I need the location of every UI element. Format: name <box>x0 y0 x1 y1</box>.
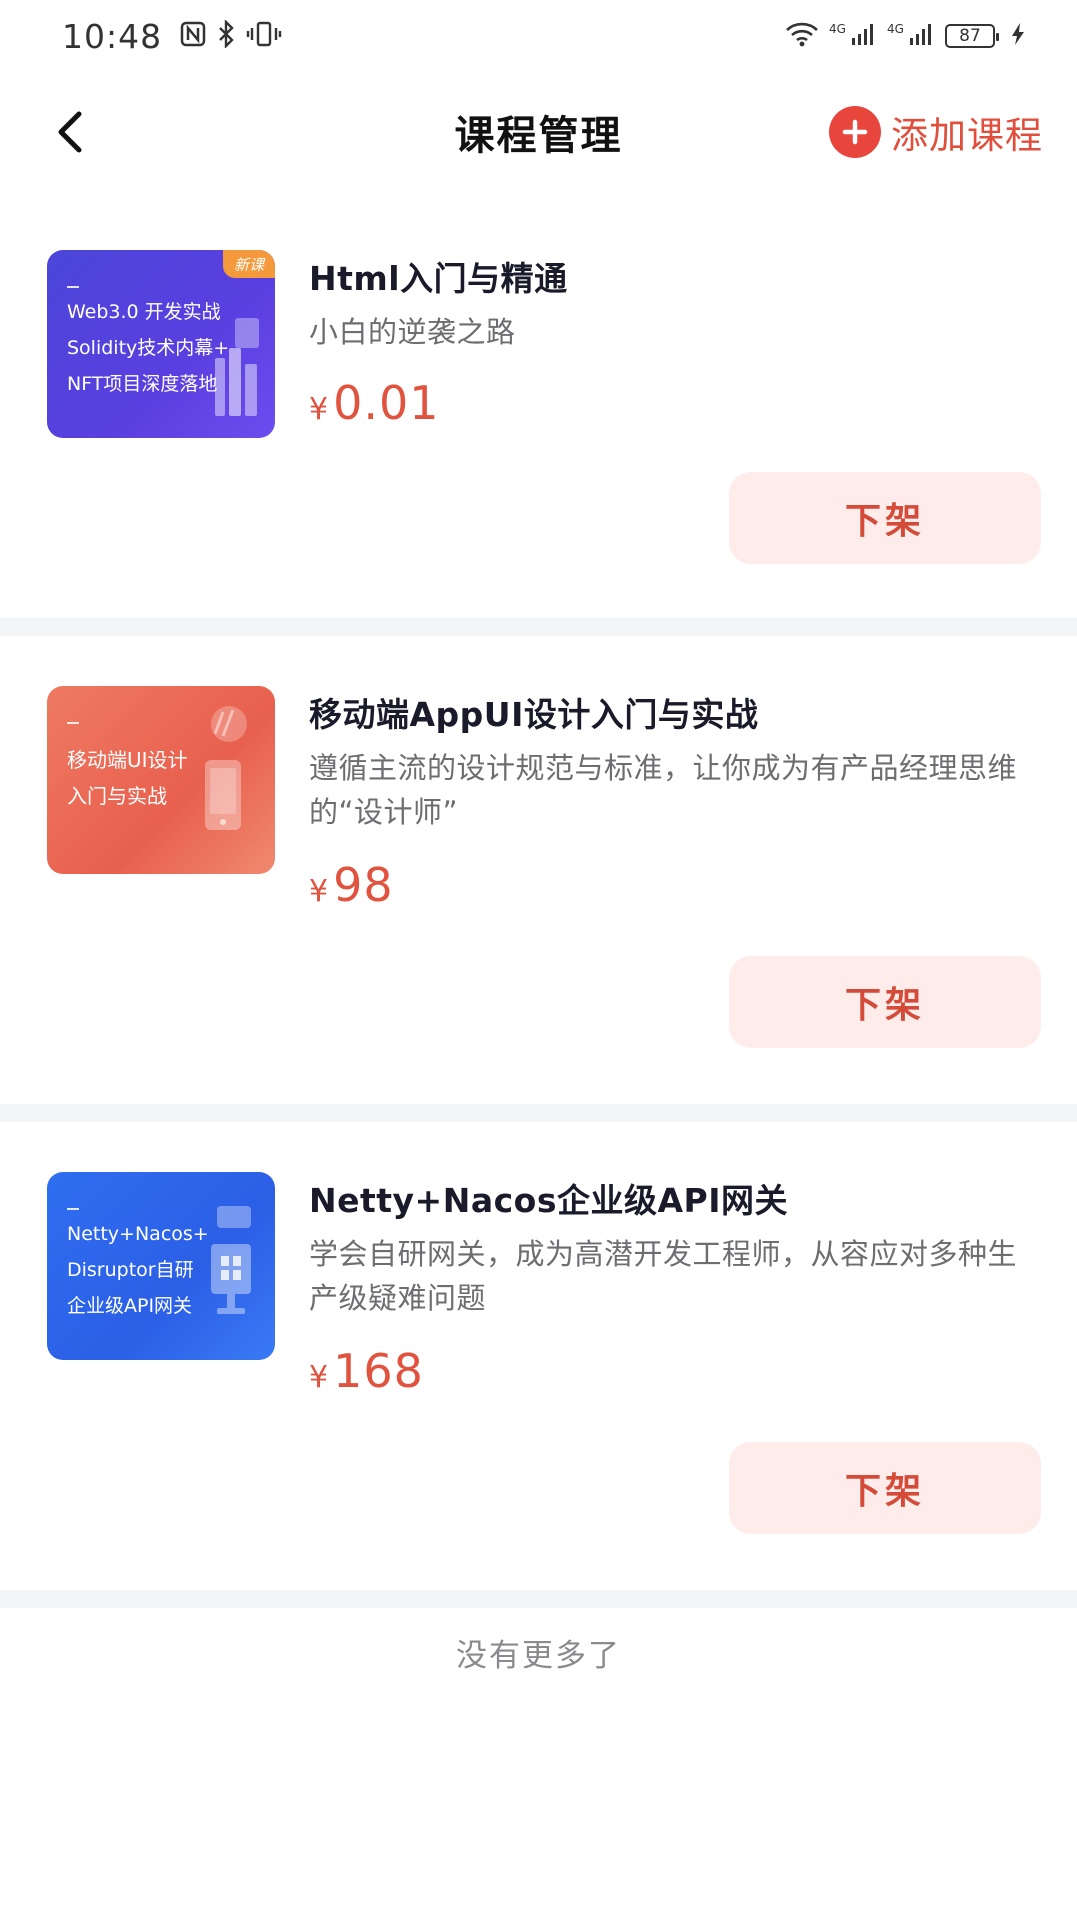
course-price: ¥168 <box>309 1344 424 1398</box>
price-value: 0.01 <box>333 376 440 430</box>
course-price: ¥98 <box>309 858 394 912</box>
currency-symbol: ¥ <box>309 874 330 909</box>
divider <box>0 1104 1077 1122</box>
signal-label: 4G <box>828 22 846 36</box>
header: 课程管理 添加课程 <box>0 80 1077 184</box>
server-icon <box>211 1206 251 1314</box>
divider <box>0 1590 1077 1608</box>
wifi-icon <box>785 21 819 51</box>
thumb-text: 移动端UI设计 入门与实战 <box>67 748 188 808</box>
plus-circle-icon <box>829 106 881 158</box>
charging-icon <box>1011 22 1025 50</box>
course-price: ¥0.01 <box>309 376 440 430</box>
thumb-text: Web3.0 开发实战 Solidity技术内幕+ NFT项目深度落地 <box>67 301 230 395</box>
course-description: 学会自研网关，成为高潜开发工程师，从容应对多种生产级疑难问题 <box>309 1237 1018 1315</box>
course-title: 移动端AppUI设计入门与实战 <box>309 695 759 734</box>
delist-button[interactable]: 下架 <box>729 956 1041 1048</box>
vibrate-icon <box>246 21 282 51</box>
status-right: 4G 4G 87 <box>785 21 1025 51</box>
books-icon <box>215 318 259 416</box>
add-course-button[interactable]: 添加课程 <box>829 106 1043 158</box>
bluetooth-icon <box>216 19 236 52</box>
phone-icon <box>205 706 247 830</box>
signal-label: 4G <box>886 22 904 36</box>
course-card: Netty+Nacos+ Disruptor自研 企业级API网关 Netty+… <box>0 1122 1077 1590</box>
signal-icon: 4G <box>829 22 877 50</box>
price-value: 168 <box>333 1344 424 1398</box>
back-button[interactable] <box>40 102 100 162</box>
course-thumbnail: Netty+Nacos+ Disruptor自研 企业级API网关 <box>47 1172 275 1360</box>
page-title: 课程管理 <box>454 113 623 159</box>
delist-button[interactable]: 下架 <box>729 472 1041 564</box>
delist-button[interactable]: 下架 <box>729 1442 1041 1534</box>
thumb-dash <box>67 286 79 288</box>
course-thumbnail: 移动端UI设计 入门与实战 <box>47 686 275 874</box>
course-card: 移动端UI设计 入门与实战 移动端AppUI设计入门与实战 遵循主流的设计规范与… <box>0 636 1077 1104</box>
signal-icon: 4G <box>887 22 935 50</box>
status-left: 10:48 <box>62 17 282 56</box>
no-more-text: 没有更多了 <box>456 1638 621 1674</box>
add-course-label: 添加课程 <box>891 114 1043 157</box>
currency-symbol: ¥ <box>309 392 330 427</box>
new-badge: 新课 <box>223 250 275 278</box>
course-list: Web3.0 开发实战 Solidity技术内幕+ NFT项目深度落地 新课 H… <box>0 200 1077 1608</box>
thumb-dash <box>67 722 79 724</box>
course-title: Html入门与精通 <box>309 259 568 298</box>
currency-symbol: ¥ <box>309 1360 330 1395</box>
course-card: Web3.0 开发实战 Solidity技术内幕+ NFT项目深度落地 新课 H… <box>0 200 1077 618</box>
course-title: Netty+Nacos企业级API网关 <box>309 1181 788 1220</box>
course-description: 小白的逆袭之路 <box>309 315 516 349</box>
thumb-dash <box>67 1208 79 1210</box>
status-time: 10:48 <box>62 16 163 56</box>
battery-icon: 87 <box>945 24 999 48</box>
thumb-text: Netty+Nacos+ Disruptor自研 企业级API网关 <box>67 1223 209 1317</box>
course-management-page: 10:48 4G 4G 87 课程管理 添加课程 Web3.0 开发实战 Sol… <box>0 0 1077 1917</box>
nfc-icon <box>180 21 206 51</box>
price-value: 98 <box>333 858 394 912</box>
status-icons-left <box>180 19 282 52</box>
status-bar: 10:48 4G 4G 87 <box>0 0 1077 72</box>
divider <box>0 618 1077 636</box>
chevron-left-icon <box>58 111 82 153</box>
course-description: 遵循主流的设计规范与标准，让你成为有产品经理思维的“设计师” <box>309 751 1018 829</box>
course-thumbnail: Web3.0 开发实战 Solidity技术内幕+ NFT项目深度落地 新课 <box>47 250 275 438</box>
